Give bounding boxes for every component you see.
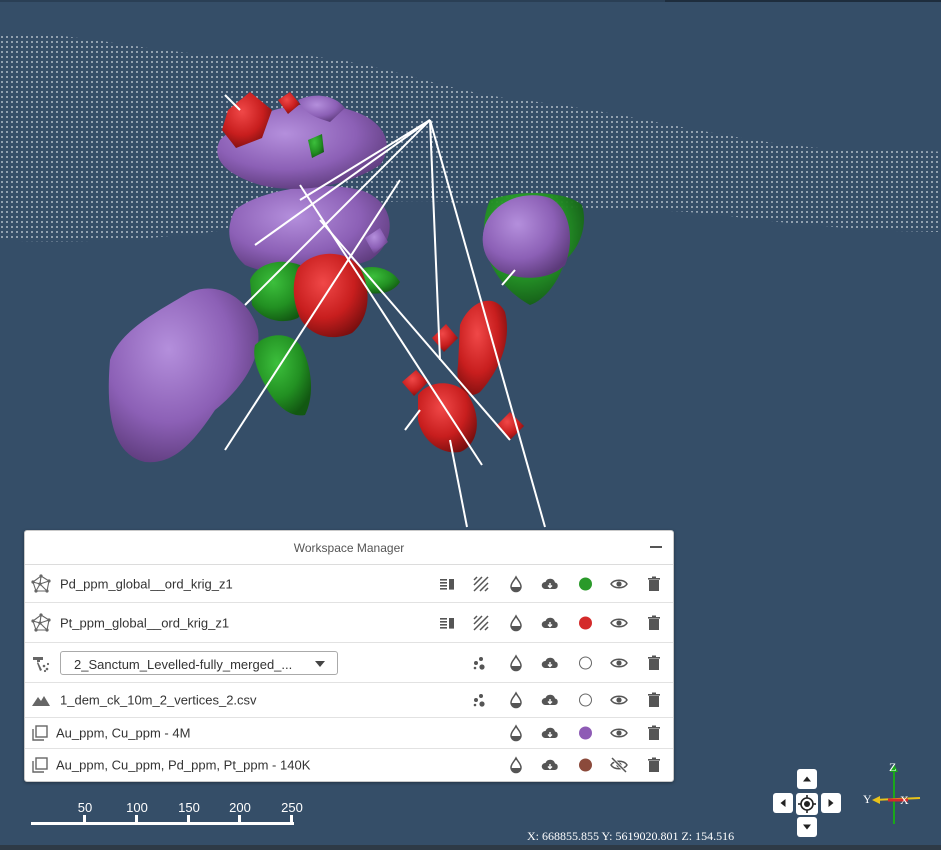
download-icon[interactable] bbox=[540, 690, 560, 710]
points-icon[interactable] bbox=[469, 690, 489, 710]
visibility-off-icon[interactable] bbox=[609, 755, 629, 775]
layer-name: Au_ppm, Cu_ppm, Pd_ppm, Pt_ppm - 140K bbox=[56, 757, 311, 772]
opacity-icon[interactable] bbox=[506, 690, 526, 710]
bottom-toolbar-strip bbox=[0, 845, 941, 850]
visibility-icon[interactable] bbox=[609, 723, 629, 743]
layers-icon bbox=[30, 723, 50, 743]
scale-tick-label: 100 bbox=[126, 800, 148, 815]
delete-icon[interactable] bbox=[644, 613, 664, 633]
opacity-icon[interactable] bbox=[506, 613, 526, 633]
pan-down-button[interactable] bbox=[797, 817, 817, 837]
dataset-select-value: 2_Sanctum_Levelled-fully_merged_... bbox=[74, 656, 293, 672]
mesh-icon bbox=[30, 573, 52, 595]
delete-icon[interactable] bbox=[644, 653, 664, 673]
layer-row: Pd_ppm_global__ord_krig_z1 bbox=[25, 565, 673, 603]
opacity-icon[interactable] bbox=[506, 755, 526, 775]
color-swatch[interactable] bbox=[579, 726, 592, 740]
visibility-icon[interactable] bbox=[609, 613, 629, 633]
layer-row: 2_Sanctum_Levelled-fully_merged_... bbox=[25, 643, 673, 683]
workspace-manager-title: Workspace Manager bbox=[293, 541, 405, 555]
legend-icon[interactable] bbox=[437, 613, 457, 633]
opacity-icon[interactable] bbox=[506, 574, 526, 594]
opacity-icon[interactable] bbox=[506, 653, 526, 673]
layer-name: Pt_ppm_global__ord_krig_z1 bbox=[60, 615, 230, 630]
dataset-select[interactable]: 2_Sanctum_Levelled-fully_merged_... bbox=[60, 650, 338, 675]
visibility-icon[interactable] bbox=[609, 690, 629, 710]
color-swatch[interactable] bbox=[579, 656, 592, 669]
scale-tick-label: 50 bbox=[77, 800, 93, 815]
delete-icon[interactable] bbox=[644, 723, 664, 743]
pan-right-button[interactable] bbox=[821, 793, 841, 813]
color-swatch[interactable] bbox=[579, 577, 592, 590]
legend-icon[interactable] bbox=[437, 574, 457, 594]
delete-icon[interactable] bbox=[644, 690, 664, 710]
layer-row: 1_dem_ck_10m_2_vertices_2.csv bbox=[25, 683, 673, 718]
layer-row: Au_ppm, Cu_ppm, Pd_ppm, Pt_ppm - 140K bbox=[25, 749, 673, 780]
pan-left-button[interactable] bbox=[773, 793, 793, 813]
points-icon[interactable] bbox=[469, 653, 489, 673]
layers-icon bbox=[30, 755, 50, 775]
pan-up-button[interactable] bbox=[797, 769, 817, 789]
delete-icon[interactable] bbox=[644, 574, 664, 594]
terrain-icon bbox=[30, 689, 52, 711]
point-cloud bbox=[0, 33, 941, 242]
color-swatch[interactable] bbox=[579, 616, 592, 629]
chevron-down-icon bbox=[315, 660, 325, 667]
z-axis-label: Z bbox=[889, 760, 897, 774]
workspace-manager-panel: Workspace Manager Pd_ppm_global__ord_kri… bbox=[24, 530, 674, 782]
minimize-button[interactable] bbox=[649, 539, 663, 553]
axes-gizmo: Z Y X bbox=[858, 760, 924, 828]
workspace-manager-header: Workspace Manager bbox=[25, 531, 673, 565]
layer-row: Pt_ppm_global__ord_krig_z1 bbox=[25, 603, 673, 643]
scale-tick-label: 250 bbox=[281, 800, 303, 815]
crosshair-icon bbox=[798, 795, 816, 813]
hatch-icon[interactable] bbox=[471, 613, 491, 633]
color-swatch[interactable] bbox=[579, 693, 592, 707]
color-swatch[interactable] bbox=[579, 758, 592, 771]
opacity-icon[interactable] bbox=[506, 723, 526, 743]
layer-name: Au_ppm, Cu_ppm - 4M bbox=[56, 725, 191, 741]
layer-name: 1_dem_ck_10m_2_vertices_2.csv bbox=[60, 692, 257, 708]
delete-icon[interactable] bbox=[644, 755, 664, 775]
x-axis-label: X bbox=[900, 793, 909, 807]
layer-row: Au_ppm, Cu_ppm - 4M bbox=[25, 718, 673, 749]
download-icon[interactable] bbox=[540, 755, 560, 775]
download-icon[interactable] bbox=[540, 653, 560, 673]
hatch-icon[interactable] bbox=[471, 574, 491, 594]
layer-name: Pd_ppm_global__ord_krig_z1 bbox=[60, 576, 233, 591]
download-icon[interactable] bbox=[540, 723, 560, 743]
visibility-icon[interactable] bbox=[609, 653, 629, 673]
scale-bar: 50 100 150 200 250 bbox=[31, 800, 303, 830]
drill-icon bbox=[30, 652, 52, 674]
download-icon[interactable] bbox=[540, 613, 560, 633]
download-icon[interactable] bbox=[540, 574, 560, 594]
scale-tick-label: 200 bbox=[229, 800, 251, 815]
y-axis-label: Y bbox=[863, 792, 872, 806]
cursor-coordinates: X: 668855.855 Y: 5619020.801 Z: 154.516 bbox=[527, 829, 735, 843]
recenter-button[interactable] bbox=[796, 793, 818, 815]
scale-tick-label: 150 bbox=[178, 800, 200, 815]
mesh-icon bbox=[30, 612, 52, 634]
visibility-icon[interactable] bbox=[609, 574, 629, 594]
navigation-control bbox=[772, 768, 844, 838]
